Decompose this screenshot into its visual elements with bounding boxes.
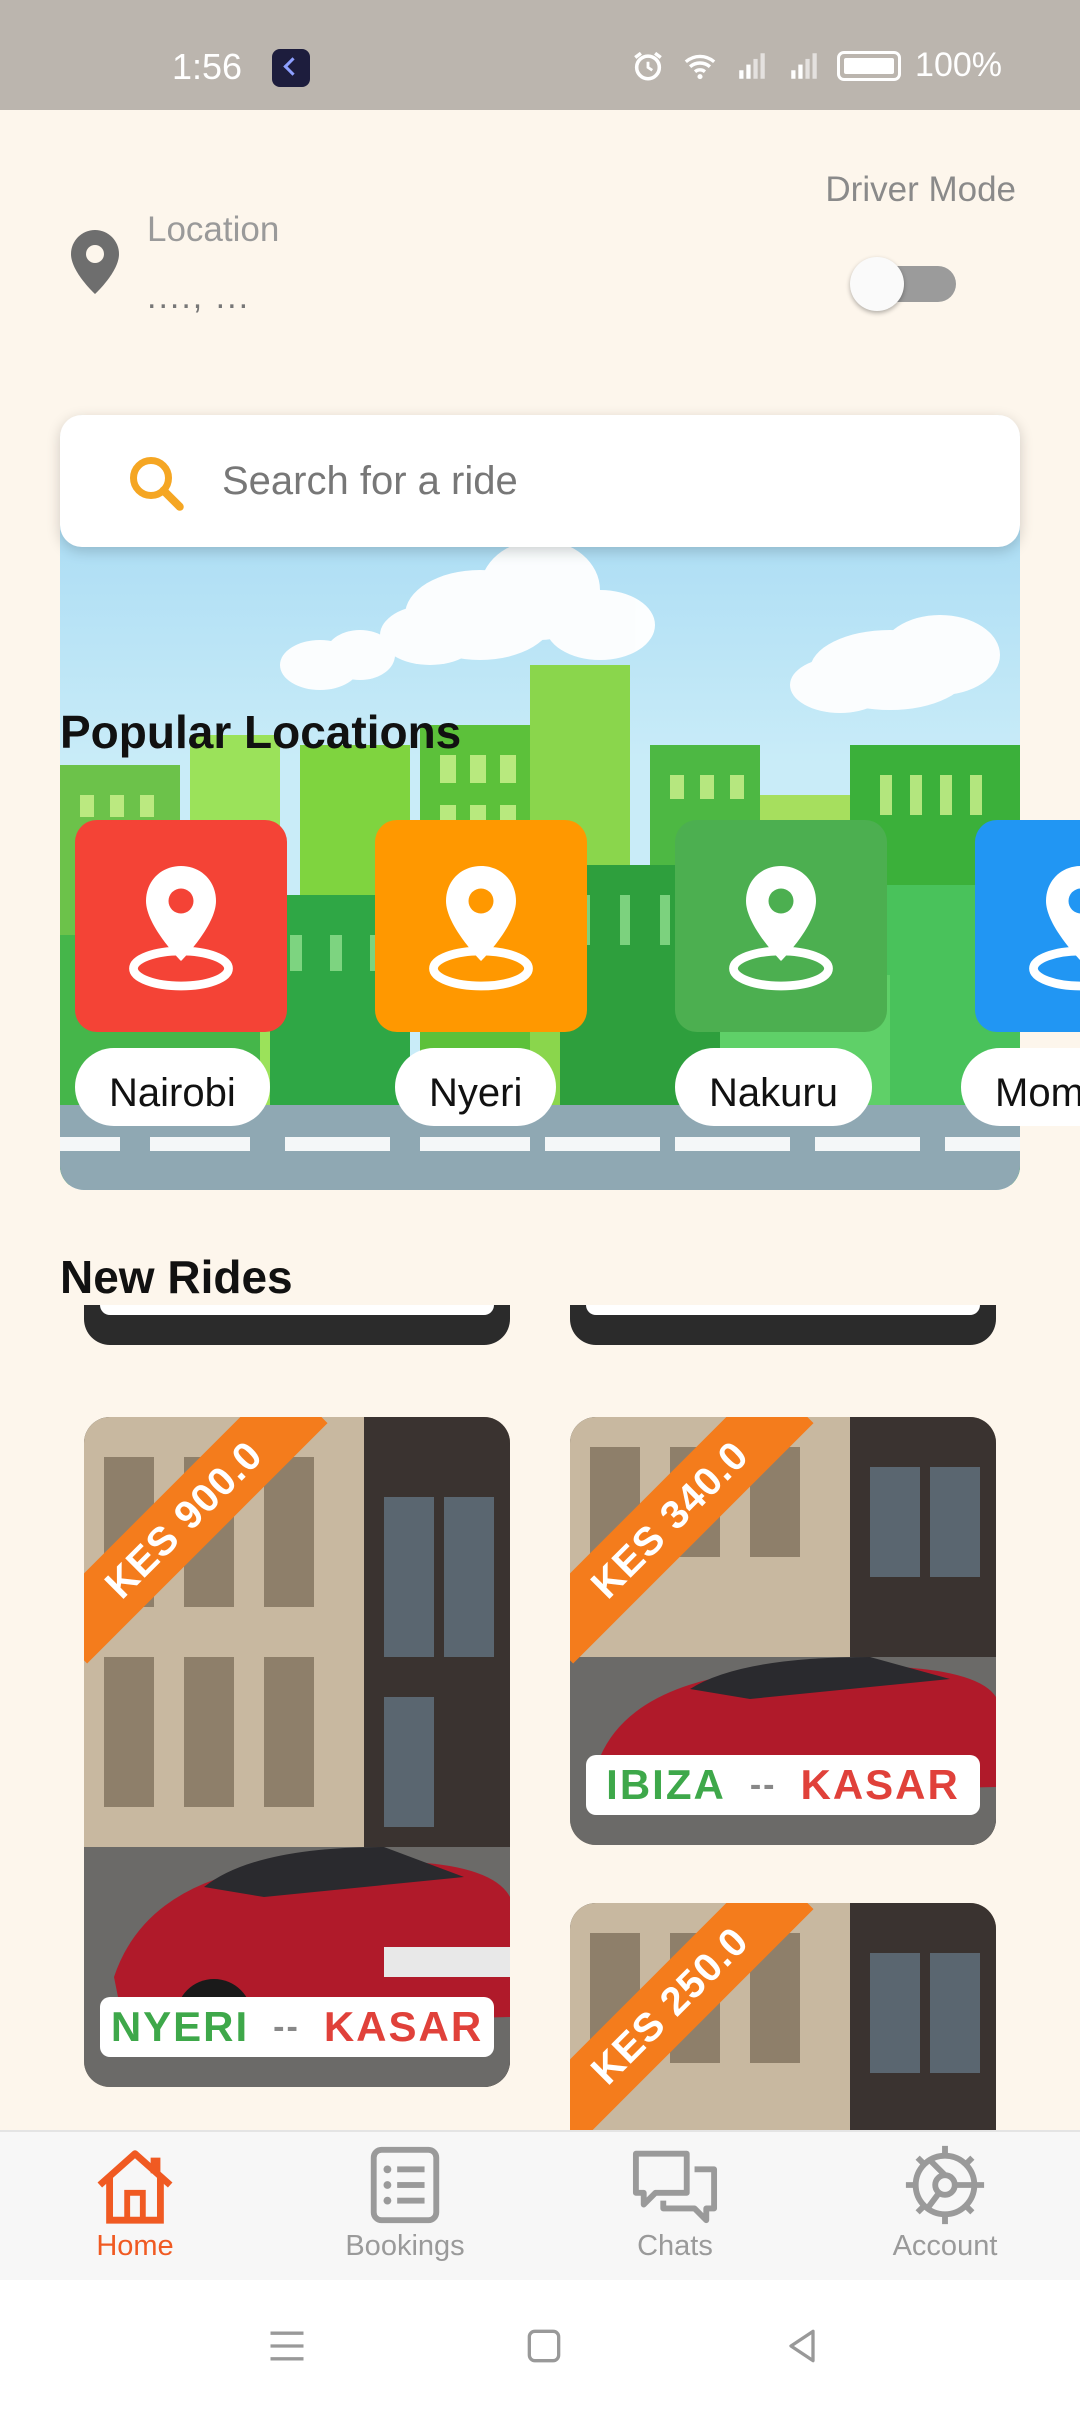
driver-mode-toggle[interactable]	[850, 257, 960, 311]
location-tile	[675, 820, 887, 1032]
route-to: KASAR	[800, 1761, 960, 1808]
nav-label: Chats	[637, 2230, 713, 2262]
bottom-navigation: Home Bookings Chats Account	[0, 2130, 1080, 2280]
ride-card[interactable]: KES 900.0 NYERI -- KASAR	[84, 1417, 510, 2087]
route-label	[586, 1305, 980, 1315]
new-rides-title: New Rides	[60, 1251, 293, 1303]
route-from: IBIZA	[606, 1761, 726, 1808]
nav-account[interactable]: Account	[845, 2142, 1045, 2272]
road-dash	[420, 1137, 530, 1151]
route-from: NYERI	[110, 2003, 250, 2050]
ride-card[interactable]: KES 340.0 IBIZA -- KASAR	[570, 1417, 996, 1845]
location-name: Nyeri	[395, 1048, 557, 1126]
location-card-nakuru[interactable]: Nakuru	[675, 820, 887, 1126]
home-icon	[97, 2150, 173, 2224]
menu-icon[interactable]	[265, 2324, 309, 2368]
location-card-mombasa[interactable]: Mom	[961, 820, 1080, 1126]
system-navigation-bar	[0, 2280, 1080, 2412]
nav-label: Bookings	[345, 2230, 465, 2262]
map-pin-icon	[129, 866, 233, 991]
ride-card[interactable]: KES 250.0	[570, 1903, 996, 2130]
status-indicators: 100%	[629, 46, 1002, 85]
toggle-knob	[850, 257, 904, 311]
route-label: NYERI -- KASAR	[100, 1997, 494, 2057]
battery-percent: 100%	[915, 46, 1002, 84]
location-name: Nakuru	[675, 1048, 872, 1126]
route-label	[100, 1305, 494, 1315]
nav-bookings[interactable]: Bookings	[305, 2142, 505, 2272]
location-pin-icon	[71, 230, 119, 294]
location-tile	[975, 820, 1080, 1032]
ride-card-partial[interactable]	[570, 1305, 996, 1345]
alarm-icon	[634, 51, 662, 81]
route-label: IBIZA -- KASAR	[586, 1755, 980, 1815]
location-value[interactable]: ...., ...	[147, 278, 250, 317]
rides-grid: KES 900.0 NYERI -- KASAR KES 340.0 IBIZA…	[0, 1305, 1080, 2130]
driver-mode-label: Driver Mode	[825, 170, 1016, 209]
road-dash	[150, 1137, 250, 1151]
status-time: 1:56	[172, 46, 243, 87]
signal-icon	[739, 52, 765, 79]
back-icon[interactable]	[780, 2324, 824, 2368]
gear-icon	[905, 2145, 985, 2225]
location-card-nairobi[interactable]: Nairobi	[75, 820, 287, 1126]
location-card-nyeri[interactable]: Nyeri	[375, 820, 587, 1126]
app-notification-icon	[272, 49, 310, 87]
search-input[interactable]	[222, 415, 982, 547]
battery-icon	[837, 50, 902, 81]
location-tile	[375, 820, 587, 1032]
road-dash	[815, 1137, 920, 1151]
home-button-icon[interactable]	[522, 2324, 566, 2368]
location-name: Nairobi	[75, 1048, 270, 1126]
wifi-icon	[684, 54, 716, 79]
route-separator: --	[749, 1765, 777, 1804]
route-separator: --	[273, 2007, 300, 2046]
nav-label: Account	[892, 2230, 998, 2262]
search-icon	[130, 457, 184, 511]
road-dash	[545, 1137, 660, 1151]
list-icon	[370, 2146, 440, 2224]
signal-icon-2	[791, 52, 817, 79]
search-bar[interactable]	[60, 415, 1020, 547]
map-pin-icon	[429, 866, 533, 991]
location-clip: Mom	[960, 800, 1080, 1140]
road-dash	[60, 1137, 120, 1151]
popular-locations-title: Popular Locations	[60, 706, 462, 758]
location-tile	[75, 820, 287, 1032]
map-pin-icon	[729, 866, 833, 991]
nav-label: Home	[96, 2230, 174, 2262]
nav-chats[interactable]: Chats	[575, 2142, 775, 2272]
ride-card-partial[interactable]	[84, 1305, 510, 1345]
location-label: Location	[147, 210, 280, 249]
chat-icon	[632, 2150, 718, 2224]
location-name: Mom	[961, 1048, 1080, 1126]
road-dash	[675, 1137, 790, 1151]
map-pin-icon	[1029, 866, 1080, 991]
road-dash	[285, 1137, 390, 1151]
nav-home[interactable]: Home	[35, 2142, 235, 2272]
route-to: KASAR	[323, 2003, 484, 2050]
status-bar: 1:56 100%	[0, 0, 1080, 110]
